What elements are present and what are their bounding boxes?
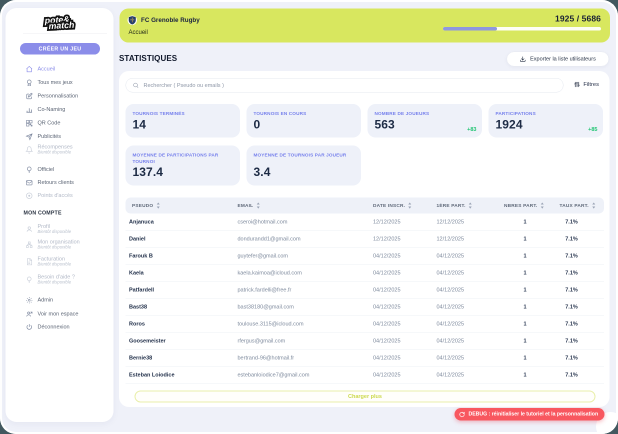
svg-text:match: match [48,20,74,31]
